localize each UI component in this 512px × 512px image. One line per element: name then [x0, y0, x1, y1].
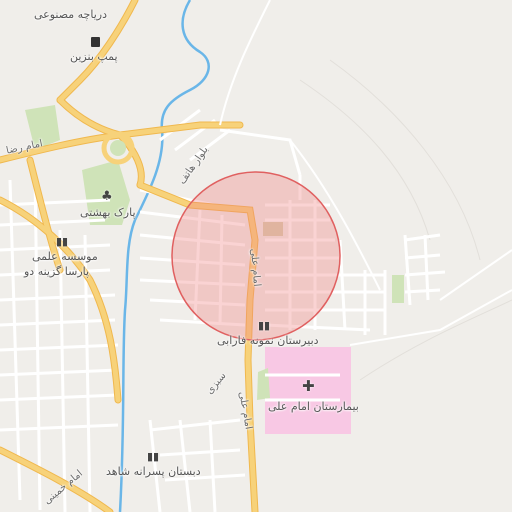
fuel-pump-icon[interactable] — [91, 37, 100, 47]
label-fuel-station: پمپ بنزین — [70, 50, 118, 63]
map-view[interactable]: ♣ ▮▮ ▮▮ ▮▮ ✚ دریاچه مصنوعی پمپ بنزین پار… — [0, 0, 512, 512]
roundabout-center — [110, 140, 126, 156]
label-institute-line2: پارسا گزینه دو — [24, 265, 90, 278]
park-strip — [392, 275, 404, 303]
label-institute-line1: موسسه علمی — [32, 250, 98, 263]
label-park: پارک بهشتی — [80, 206, 136, 219]
school-icon[interactable]: ▮▮ — [258, 320, 270, 331]
school-icon[interactable]: ▮▮ — [56, 236, 68, 247]
label-school-farabi: دبیرستان نمونه فارابی — [217, 334, 319, 347]
label-lake: دریاچه مصنوعی — [34, 8, 107, 21]
tree-icon[interactable]: ♣ — [101, 190, 113, 203]
hospital-cross-icon[interactable]: ✚ — [302, 379, 315, 394]
green-strip — [257, 368, 270, 400]
school-icon[interactable]: ▮▮ — [147, 451, 159, 462]
label-school-shahed: دبستان پسرانه شاهد — [106, 465, 201, 478]
label-hospital: بیمارستان امام علی — [268, 400, 359, 413]
